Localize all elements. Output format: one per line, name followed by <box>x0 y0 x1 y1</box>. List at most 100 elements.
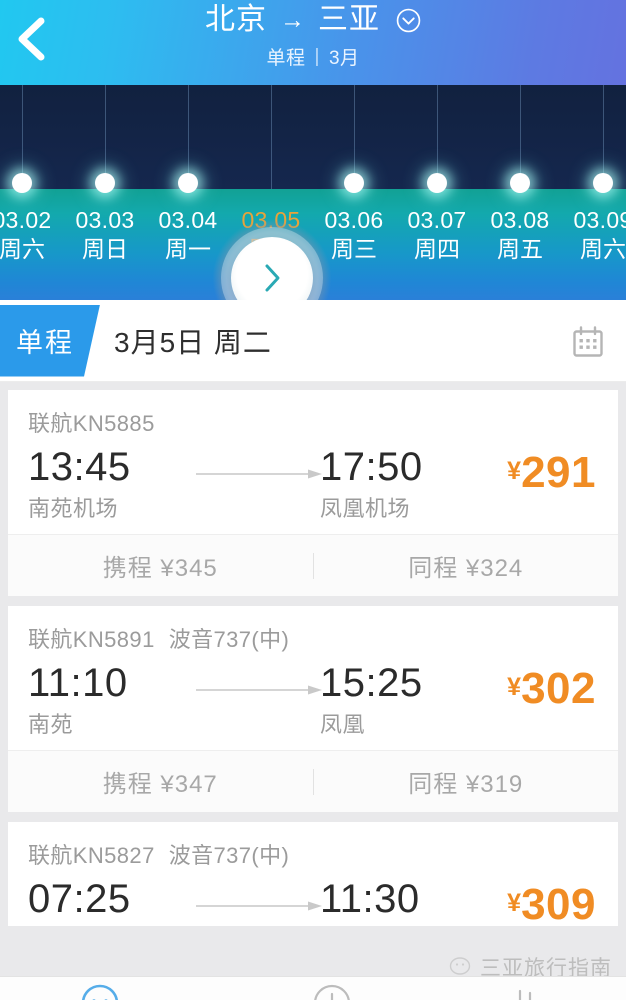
attachment-icon <box>518 989 532 1000</box>
date-strip-week: 周四 <box>414 236 460 262</box>
flight-arrow <box>196 683 322 695</box>
month-label: 3月 <box>328 48 360 69</box>
airline-flight-no: 联航KN5827 <box>28 843 155 868</box>
flight-card[interactable]: 联航KN5891 波音737(中) 11:10 南苑 15:25 凤凰 ¥302 携程 ¥34… <box>8 606 618 812</box>
flight-arrow-icon <box>196 469 322 479</box>
date-strip-item[interactable]: 03.03 周日 <box>63 173 147 263</box>
flight-arrow <box>196 899 322 911</box>
ota-price-cell[interactable]: 携程 ¥347 <box>8 764 313 799</box>
app-header: 北京 → 三亚 单程 | 3月 <box>0 0 626 85</box>
flight-card-body: 联航KN5827 波音737(中) 07:25 11:30 ¥309 <box>8 822 618 929</box>
arrival-time: 15:25 <box>320 661 423 705</box>
flight-arrow-icon <box>196 685 322 695</box>
flight-meta-row: 联航KN5885 <box>28 406 598 438</box>
selected-date-label: 3月5日 周二 <box>114 326 272 358</box>
flight-card[interactable]: 联航KN5827 波音737(中) 07:25 11:30 ¥309 <box>8 822 618 929</box>
date-strip-date: 03.07 <box>407 207 467 233</box>
aircraft-type: 波音737(中) <box>168 627 290 652</box>
date-strip-week: 周五 <box>497 236 543 262</box>
flight-times-row: 07:25 11:30 ¥309 <box>28 874 598 929</box>
warning-circle-icon <box>314 984 350 1000</box>
flight-list: 联航KN5885 13:45 南苑机场 17:50 凤凰机场 ¥291 携程 ¥345 同程 … <box>0 390 626 929</box>
date-dot-icon <box>178 173 198 193</box>
date-slider-knob-inner <box>231 237 313 300</box>
departure-time: 13:45 <box>28 445 131 489</box>
aircraft-type: 波音737(中) <box>168 843 290 868</box>
date-strip-item[interactable]: 03.02 周六 <box>0 173 64 263</box>
ota-price-row: 携程 ¥345 同程 ¥324 <box>8 534 618 596</box>
flight-times-row: 11:10 南苑 15:25 凤凰 ¥302 <box>28 658 598 740</box>
arrival-airport: 凤凰 <box>320 712 366 737</box>
date-strip-week: 周日 <box>82 236 128 262</box>
departure-time: 11:10 <box>28 661 128 705</box>
airline-flight-no: 联航KN5891 <box>28 627 155 652</box>
price-amount: 302 <box>521 664 596 713</box>
date-strip-item[interactable]: 03.08 周五 <box>478 173 562 263</box>
arrival-block: 17:50 凤凰机场 <box>320 442 480 524</box>
date-strip-week: 周六 <box>580 236 626 262</box>
subtitle-separator: | <box>314 45 320 67</box>
origin-city: 北京 <box>205 3 267 36</box>
header-subtitle: 单程 | 3月 <box>266 43 359 70</box>
date-strip-week: 周六 <box>0 236 45 262</box>
date-dot-icon <box>593 173 613 193</box>
flight-times-row: 13:45 南苑机场 17:50 凤凰机场 ¥291 <box>28 442 598 524</box>
flight-search-screen: 北京 → 三亚 单程 | 3月 03.02周六03.03周日03.04周一03.… <box>0 0 626 1000</box>
wechat-logo-icon <box>449 957 471 975</box>
bottom-nav-item-attachment[interactable] <box>505 981 535 1000</box>
route-arrow-icon: → <box>280 6 305 34</box>
arrival-time: 11:30 <box>320 877 420 921</box>
price-amount: 309 <box>521 880 596 929</box>
bottom-nav-bar <box>0 976 626 1000</box>
date-strip-item[interactable]: 03.09 周六 <box>561 173 626 263</box>
destination-city: 三亚 <box>318 3 380 36</box>
date-strip-date: 03.02 <box>0 207 52 233</box>
airline-flight-no: 联航KN5885 <box>28 411 155 436</box>
date-dot-icon <box>510 173 530 193</box>
ota-price-row: 携程 ¥347 同程 ¥319 <box>8 750 618 812</box>
departure-airport: 南苑机场 <box>28 496 119 521</box>
date-dot-icon <box>12 173 32 193</box>
trip-type-label: 单程 <box>266 48 306 69</box>
date-strip[interactable]: 03.02周六03.03周日03.04周一03.05周二03.06周三03.07… <box>0 85 626 300</box>
price-block: ¥309 <box>507 880 596 930</box>
ota-price-cell[interactable]: 同程 ¥319 <box>314 764 619 799</box>
price-block: ¥302 <box>507 664 596 714</box>
arrival-block: 15:25 凤凰 <box>320 658 480 740</box>
chevron-down-circle-icon[interactable] <box>396 8 421 33</box>
date-strip-date: 03.08 <box>490 207 550 233</box>
flight-meta-row: 联航KN5891 波音737(中) <box>28 622 598 654</box>
date-dot-icon <box>427 173 447 193</box>
date-strip-date: 03.09 <box>573 207 626 233</box>
date-dot-icon <box>344 173 364 193</box>
date-strip-date: 03.03 <box>75 207 135 233</box>
arrival-time: 17:50 <box>320 445 423 489</box>
price-block: ¥291 <box>507 448 596 498</box>
date-strip-date: 03.04 <box>158 207 218 233</box>
departure-block: 11:10 南苑 <box>28 658 188 740</box>
date-toolbar: 单程 3月5日 周二 <box>0 300 626 382</box>
arrival-airport: 凤凰机场 <box>320 496 411 521</box>
departure-block: 13:45 南苑机场 <box>28 442 188 524</box>
departure-block: 07:25 <box>28 874 188 926</box>
flight-arrow-icon <box>196 901 322 911</box>
flight-meta-row: 联航KN5827 波音737(中) <box>28 838 598 870</box>
bottom-nav-item-warning[interactable] <box>310 981 354 1000</box>
date-strip-item[interactable]: 03.07 周四 <box>395 173 479 263</box>
arrival-block: 11:30 <box>320 874 480 926</box>
flight-arrow <box>196 467 322 479</box>
bottom-nav-item-smiley[interactable] <box>78 981 122 1000</box>
departure-airport: 南苑 <box>28 712 74 737</box>
chevron-right-icon <box>265 264 280 292</box>
ota-price-cell[interactable]: 同程 ¥324 <box>314 548 619 583</box>
currency-symbol: ¥ <box>507 673 522 701</box>
route-selector[interactable]: 北京 → 三亚 <box>205 3 421 37</box>
departure-time: 07:25 <box>28 877 131 921</box>
trip-type-tag[interactable]: 单程 <box>0 304 100 377</box>
flight-card[interactable]: 联航KN5885 13:45 南苑机场 17:50 凤凰机场 ¥291 携程 ¥345 同程 … <box>8 390 618 596</box>
ota-price-cell[interactable]: 携程 ¥345 <box>8 548 313 583</box>
flight-card-body: 联航KN5891 波音737(中) 11:10 南苑 15:25 凤凰 ¥302 <box>8 606 618 750</box>
date-strip-date: 03.06 <box>324 207 384 233</box>
calendar-icon[interactable] <box>570 324 606 360</box>
currency-symbol: ¥ <box>507 889 522 917</box>
